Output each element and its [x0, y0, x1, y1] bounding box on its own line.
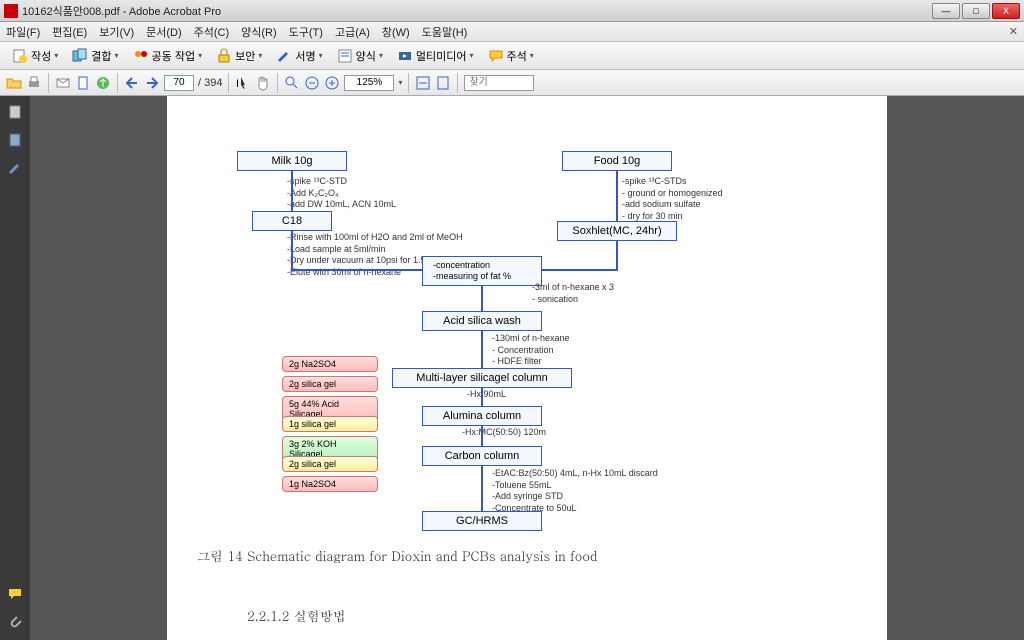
box-soxhlet: Soxhlet(MC, 24hr) — [557, 221, 677, 241]
menu-advanced[interactable]: 고급(A) — [335, 24, 370, 40]
menu-edit[interactable]: 편집(E) — [52, 24, 87, 40]
menu-tools[interactable]: 도구(T) — [289, 24, 323, 40]
note-hx: -Hx 90mL — [467, 389, 506, 401]
note-acid: -130ml of n-hexane - Concentration - HDF… — [492, 333, 570, 368]
box-conc: -concentration -measuring of fat % — [422, 256, 542, 286]
nav-toolbar: / 394 I ▾ — [0, 70, 1024, 96]
pages-panel-icon[interactable] — [7, 104, 23, 120]
secure-label: 보안 — [235, 48, 255, 64]
fit-width-icon[interactable] — [415, 75, 431, 91]
nav-panel — [0, 96, 30, 640]
comment-icon — [488, 48, 504, 64]
hand-icon[interactable] — [255, 75, 271, 91]
zoom-input[interactable] — [344, 75, 394, 91]
comments-panel-icon[interactable] — [7, 586, 23, 602]
sign-label: 서명 — [295, 48, 315, 64]
box-c18: C18 — [252, 211, 332, 231]
menu-file[interactable]: 파일(F) — [6, 24, 40, 40]
pill-2: 2g silica gel — [282, 376, 378, 392]
zoom-dd[interactable]: ▾ — [398, 78, 402, 87]
main-area: Milk 10g -spike ¹³C-STD -Add K₂C₂O₄ -add… — [0, 96, 1024, 640]
box-acid: Acid silica wash — [422, 311, 542, 331]
menu-help[interactable]: 도움말(H) — [422, 24, 468, 40]
app-icon — [4, 4, 18, 18]
main-toolbar: 작성▾ 결합▾ 공동 작업▾ 보안▾ 서명▾ 양식▾ 멀티미디어▾ 주석▾ — [0, 42, 1024, 70]
menu-window[interactable]: 창(W) — [382, 24, 410, 40]
lock-icon — [216, 48, 232, 64]
window-controls: — □ X — [932, 3, 1020, 19]
combine-button[interactable]: 결합▾ — [66, 46, 124, 66]
comment-button[interactable]: 주석▾ — [482, 46, 540, 66]
section-heading: 2.2.1.2 실험방법 — [247, 606, 346, 625]
search-input[interactable] — [464, 75, 534, 91]
combine-icon — [72, 48, 88, 64]
multimedia-button[interactable]: 멀티미디어▾ — [391, 46, 480, 66]
forms-icon — [337, 48, 353, 64]
menu-comments[interactable]: 주석(C) — [194, 24, 230, 40]
pill-1: 2g Na2SO4 — [282, 356, 378, 372]
menu-view[interactable]: 보기(V) — [99, 24, 134, 40]
signatures-panel-icon[interactable] — [7, 160, 23, 176]
menu-bar: 파일(F) 편집(E) 보기(V) 문서(D) 주석(C) 양식(R) 도구(T… — [0, 22, 1024, 42]
fit-page-icon[interactable] — [435, 75, 451, 91]
create-icon — [12, 48, 28, 64]
zoom-in-icon[interactable] — [324, 75, 340, 91]
note-hxmc: -Hx:MC(50:50) 120m — [462, 427, 546, 439]
attachments-panel-icon[interactable] — [7, 614, 23, 630]
note-milk: -spike ¹³C-STD -Add K₂C₂O₄ -add DW 10mL,… — [287, 176, 396, 211]
box-carbon: Carbon column — [422, 446, 542, 466]
pdf-page: Milk 10g -spike ¹³C-STD -Add K₂C₂O₄ -add… — [167, 96, 887, 640]
minimize-button[interactable]: — — [932, 3, 960, 19]
title-bar: 10162식품안008.pdf - Adobe Acrobat Pro — □ … — [0, 0, 1024, 22]
note-food: -spike ¹³C-STDs - ground or homogenized … — [622, 176, 723, 223]
menu-document[interactable]: 문서(D) — [146, 24, 182, 40]
prev-page-icon[interactable] — [124, 75, 140, 91]
upload-icon[interactable] — [95, 75, 111, 91]
page-number-input[interactable] — [164, 75, 194, 91]
collab-button[interactable]: 공동 작업▾ — [127, 46, 209, 66]
forms-button[interactable]: 양식▾ — [331, 46, 389, 66]
box-multi: Multi-layer silicagel column — [392, 368, 572, 388]
document-viewport[interactable]: Milk 10g -spike ¹³C-STD -Add K₂C₂O₄ -add… — [30, 96, 1024, 640]
maximize-button[interactable]: □ — [962, 3, 990, 19]
note-carbon: -EtAC:Bz(50:50) 4mL, n-Hx 10mL discard -… — [492, 468, 658, 515]
collab-icon — [133, 48, 149, 64]
forms-label: 양식 — [356, 48, 376, 64]
next-page-icon[interactable] — [144, 75, 160, 91]
pill-7: 1g Na2SO4 — [282, 476, 378, 492]
sign-button[interactable]: 서명▾ — [270, 46, 328, 66]
note-sonic: -3ml of n-hexane x 3 - sonication — [532, 282, 614, 305]
bookmarks-panel-icon[interactable] — [7, 132, 23, 148]
window-title: 10162식품안008.pdf - Adobe Acrobat Pro — [22, 3, 932, 19]
sign-icon — [276, 48, 292, 64]
open-icon[interactable] — [6, 75, 22, 91]
close-button[interactable]: X — [992, 3, 1020, 19]
marquee-zoom-icon[interactable] — [284, 75, 300, 91]
box-milk: Milk 10g — [237, 151, 347, 171]
create-button[interactable]: 작성▾ — [6, 46, 64, 66]
email-icon[interactable] — [55, 75, 71, 91]
combine-label: 결합 — [91, 48, 111, 64]
secure-button[interactable]: 보안▾ — [210, 46, 268, 66]
multimedia-icon — [397, 48, 413, 64]
select-icon[interactable]: I — [235, 75, 251, 91]
figure-caption: 그림 14 Schematic diagram for Dioxin and P… — [197, 546, 597, 565]
pill-4: 1g silica gel — [282, 416, 378, 432]
close-doc-button[interactable]: ✕ — [1009, 25, 1018, 38]
box-food: Food 10g — [562, 151, 672, 171]
box-gc: GC/HRMS — [422, 511, 542, 531]
pages-icon[interactable] — [75, 75, 91, 91]
page-total: / 394 — [198, 77, 222, 89]
multimedia-label: 멀티미디어 — [416, 48, 467, 64]
print-icon[interactable] — [26, 75, 42, 91]
box-alumina: Alumina column — [422, 406, 542, 426]
menu-forms[interactable]: 양식(R) — [241, 24, 277, 40]
pill-6: 2g silica gel — [282, 456, 378, 472]
create-label: 작성 — [31, 48, 51, 64]
svg-text:I: I — [236, 78, 239, 90]
collab-label: 공동 작업 — [152, 48, 196, 64]
comment-label: 주석 — [507, 48, 527, 64]
zoom-out-icon[interactable] — [304, 75, 320, 91]
